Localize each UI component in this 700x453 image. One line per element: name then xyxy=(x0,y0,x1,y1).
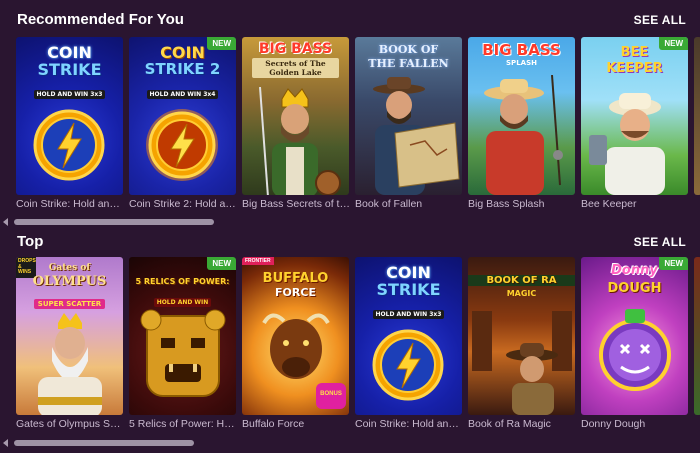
game-logo: Gates of xyxy=(48,263,91,273)
game-card[interactable]: COIN STRIKE 2 HOLD AND WIN 3x4 NEW Coin … xyxy=(129,37,237,210)
new-badge: NEW xyxy=(207,37,236,50)
game-title: Buffalo Force xyxy=(242,418,305,430)
game-thumbnail[interactable]: BIG BASS Secrets of The Golden Lake xyxy=(242,37,349,195)
section-header: Top SEE ALL xyxy=(0,231,700,255)
game-logo: THE FALLEN xyxy=(368,57,449,70)
new-badge: NEW xyxy=(659,257,688,270)
game-logo: STRIKE 2 xyxy=(144,60,221,78)
explorer-tomb-icon xyxy=(472,311,572,415)
new-badge: NEW xyxy=(207,257,236,270)
coin-bolt-icon xyxy=(146,109,218,181)
game-row: COIN STRIKE HOLD AND WIN 3x3 Coin Strike… xyxy=(16,37,700,227)
section-header: Recommended For You SEE ALL xyxy=(0,9,700,33)
new-badge: NEW xyxy=(659,37,688,50)
game-thumbnail[interactable]: BEE KEEPER NEW xyxy=(581,37,688,195)
scrollbar-thumb[interactable] xyxy=(14,219,214,225)
game-card[interactable]: BOOK OF THE FALLEN Book of Fallen xyxy=(355,37,462,210)
game-logo: BIG BASS xyxy=(482,41,561,59)
game-thumbnail[interactable]: BOOK OF THE FALLEN xyxy=(355,37,462,195)
game-title: Coin Strike: Hold and Win xyxy=(355,418,463,430)
game-card-peek[interactable] xyxy=(694,257,700,415)
game-title: Donny Dough xyxy=(581,418,646,430)
game-logo: FORCE xyxy=(275,286,316,299)
golden-mask-icon xyxy=(140,309,226,397)
game-title: Book of Fallen xyxy=(355,198,423,210)
game-thumbnail[interactable]: COIN STRIKE HOLD AND WIN 3x3 xyxy=(16,37,123,195)
fisherman-icon xyxy=(484,75,563,195)
game-card[interactable]: BOOK OF RA MAGIC Book of Ra Magic xyxy=(468,257,575,430)
game-logo: BUFFALO xyxy=(262,271,329,286)
game-logo: STRIKE xyxy=(376,280,441,299)
game-card[interactable]: 5 RELICS OF POWER: HOLD AND WIN NEW 5 Re… xyxy=(129,257,237,430)
game-row: DROPS & WINS Gates of OLYMPUS SUPER SCAT… xyxy=(16,257,700,447)
game-thumbnail[interactable]: FRONTIER BUFFALO FORCE BONUS xyxy=(242,257,349,415)
game-card[interactable]: Donny DOUGH NEW Donny Dough xyxy=(581,257,688,430)
game-logo: MAGIC xyxy=(506,289,537,298)
beekeeper-icon xyxy=(589,93,665,195)
scrollbar-thumb[interactable] xyxy=(14,440,194,446)
scroll-left-arrow-icon[interactable] xyxy=(3,439,8,447)
game-thumbnail[interactable] xyxy=(694,257,700,415)
game-thumbnail[interactable]: BIG BASS SPLASH xyxy=(468,37,575,195)
game-card[interactable]: BIG BASS Secrets of The Golden Lake Big … xyxy=(242,37,350,210)
see-all-link[interactable]: SEE ALL xyxy=(634,235,686,249)
game-thumbnail[interactable] xyxy=(694,37,700,195)
bonus-badge: BONUS xyxy=(316,383,346,409)
game-thumbnail[interactable]: 5 RELICS OF POWER: HOLD AND WIN NEW xyxy=(129,257,236,415)
see-all-link[interactable]: SEE ALL xyxy=(634,13,686,27)
game-title: Gates of Olympus Super Scatter xyxy=(16,418,124,430)
game-card[interactable]: BIG BASS SPLASH Big Bass Splash xyxy=(468,37,575,210)
coin-bolt-icon xyxy=(33,109,105,181)
game-thumbnail[interactable]: BOOK OF RA MAGIC xyxy=(468,257,575,415)
explorer-map-icon xyxy=(373,77,460,195)
game-title: Bee Keeper xyxy=(581,198,637,210)
game-thumbnail[interactable]: DROPS & WINS Gates of OLYMPUS SUPER SCAT… xyxy=(16,257,123,415)
game-logo: 5 RELICS OF POWER: xyxy=(135,277,230,286)
game-card[interactable]: COIN STRIKE HOLD AND WIN 3x3 Coin Strike… xyxy=(16,37,124,210)
coin-bolt-icon xyxy=(372,329,444,401)
game-title: Coin Strike: Hold and Win xyxy=(16,198,124,210)
game-thumbnail[interactable]: COIN STRIKE HOLD AND WIN 3x3 xyxy=(355,257,462,415)
game-card[interactable]: COIN STRIKE HOLD AND WIN 3x3 Coin Strike… xyxy=(355,257,463,430)
game-title: Big Bass Splash xyxy=(468,198,545,210)
game-title: Coin Strike 2: Hold and Win xyxy=(129,198,237,210)
horizontal-scrollbar[interactable] xyxy=(0,218,700,228)
dough-face-icon xyxy=(599,309,671,391)
game-logo: DOUGH xyxy=(607,281,662,296)
section-title: Recommended For You xyxy=(17,11,184,28)
game-logo: BOOK OF RA xyxy=(468,275,575,286)
game-logo: SPLASH xyxy=(506,59,537,67)
horizontal-scrollbar[interactable] xyxy=(0,439,700,449)
game-logo: STRIKE xyxy=(37,60,102,79)
game-title: Big Bass Secrets of the Golden Lake xyxy=(242,198,350,210)
zeus-icon xyxy=(38,313,102,415)
game-logo: KEEPER xyxy=(606,61,663,76)
game-thumbnail[interactable]: Donny DOUGH NEW xyxy=(581,257,688,415)
king-fisherman-icon xyxy=(259,87,341,195)
game-card-peek[interactable] xyxy=(694,37,700,195)
game-card[interactable]: FRONTIER BUFFALO FORCE BONUS Buffalo For… xyxy=(242,257,349,430)
section-title: Top xyxy=(17,233,44,250)
game-logo: BIG BASS xyxy=(258,41,333,57)
scroll-left-arrow-icon[interactable] xyxy=(3,218,8,226)
game-thumbnail[interactable]: COIN STRIKE 2 HOLD AND WIN 3x4 NEW xyxy=(129,37,236,195)
game-logo: Secrets of The Golden Lake xyxy=(252,58,339,78)
game-logo: BOOK OF xyxy=(378,43,439,56)
game-card[interactable]: DROPS & WINS Gates of OLYMPUS SUPER SCAT… xyxy=(16,257,124,430)
game-title: 5 Relics of Power: Hold and Win xyxy=(129,418,237,430)
frontier-badge: FRONTIER xyxy=(242,257,274,265)
game-title: Book of Ra Magic xyxy=(468,418,551,430)
game-logo: OLYMPUS xyxy=(32,274,107,289)
game-card[interactable]: BEE KEEPER NEW Bee Keeper xyxy=(581,37,688,210)
